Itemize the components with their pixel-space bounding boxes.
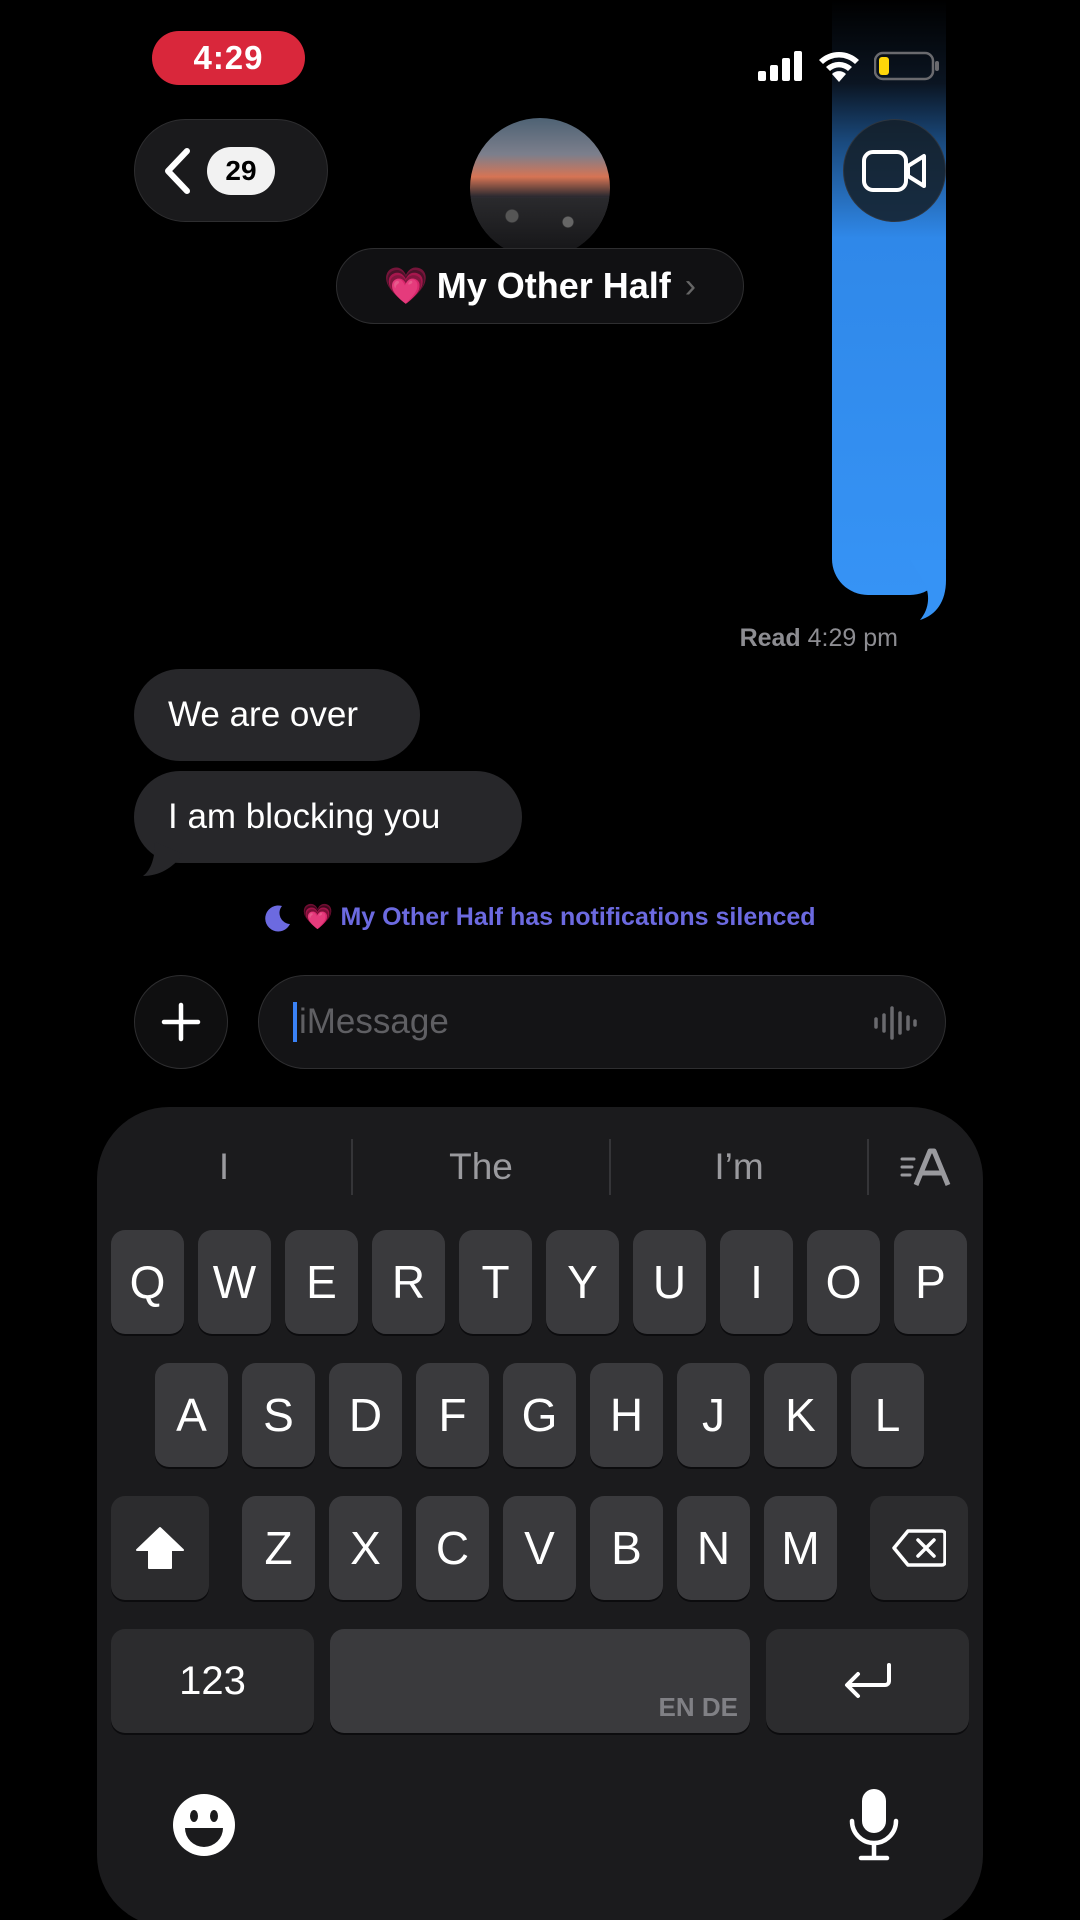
back-button[interactable]: 29 [134,119,328,222]
key-s[interactable]: S [242,1363,315,1467]
numbers-key[interactable]: 123 [111,1629,314,1733]
key-w[interactable]: W [198,1230,271,1334]
received-message[interactable]: We are over [134,669,420,761]
shift-key[interactable] [111,1496,209,1600]
video-camera-icon [861,149,926,192]
moon-icon [265,904,291,931]
key-f[interactable]: F [416,1363,489,1467]
contact-avatar[interactable] [470,118,610,258]
predictive-suggestions: I The I’m [97,1137,983,1197]
keyboard: I The I’m Q W E R T Y U I O P A S D F G … [97,1107,983,1920]
chevron-right-icon: › [684,266,697,305]
backspace-icon [892,1529,946,1567]
read-receipt: Read 4:29 pm [740,624,898,653]
status-icons [758,50,940,82]
suggestion[interactable]: The [353,1139,611,1195]
space-language-label: EN DE [658,1692,738,1722]
key-m[interactable]: M [764,1496,837,1600]
key-e[interactable]: E [285,1230,358,1334]
key-b[interactable]: B [590,1496,663,1600]
emoji-icon[interactable] [171,1792,237,1858]
message-input-field[interactable] [258,975,946,1069]
key-v[interactable]: V [503,1496,576,1600]
key-h[interactable]: H [590,1363,663,1467]
cellular-signal-icon [758,51,802,81]
key-r[interactable]: R [372,1230,445,1334]
text-format-button[interactable] [869,1147,983,1187]
backspace-key[interactable] [870,1496,968,1600]
read-label: Read [739,624,801,652]
waveform-icon[interactable] [873,1006,917,1040]
received-bubble-tail [143,842,183,876]
wifi-icon [819,52,859,82]
battery-icon [874,51,939,81]
key-j[interactable]: J [677,1363,750,1467]
silenced-text: 💗 My Other Half has notifications silenc… [302,903,816,931]
key-l[interactable]: L [851,1363,924,1467]
heart-emoji: 💗 [383,265,429,306]
sent-bubble-tail [910,560,946,620]
key-a[interactable]: A [155,1363,228,1467]
key-t[interactable]: T [459,1230,532,1334]
shift-icon [136,1527,184,1569]
facetime-video-button[interactable] [843,119,946,222]
sent-message-bubble[interactable] [832,0,946,595]
back-chevron-icon [165,147,190,194]
status-time[interactable]: 4:29 [152,31,305,85]
microphone-icon[interactable] [847,1787,901,1863]
message-input[interactable] [293,1002,813,1042]
suggestion[interactable]: I’m [611,1139,869,1195]
apps-plus-button[interactable] [134,975,228,1069]
notifications-silenced-notice: 💗 My Other Half has notifications silenc… [0,903,1080,932]
key-o[interactable]: O [807,1230,880,1334]
contact-name: My Other Half [436,265,671,306]
key-z[interactable]: Z [242,1496,315,1600]
text-format-icon [900,1148,951,1186]
key-p[interactable]: P [894,1230,967,1334]
messages-screen: 4:29 29 💗 My Other Half › Read 4:29 pm W… [0,0,1080,1920]
key-x[interactable]: X [329,1496,402,1600]
unread-count-badge: 29 [207,146,275,195]
plus-icon [161,1002,201,1042]
key-d[interactable]: D [329,1363,402,1467]
suggestion[interactable]: I [97,1139,353,1195]
key-i[interactable]: I [720,1230,793,1334]
key-c[interactable]: C [416,1496,489,1600]
key-q[interactable]: Q [111,1230,184,1334]
key-u[interactable]: U [633,1230,706,1334]
space-bar[interactable]: EN DE [330,1629,750,1733]
key-g[interactable]: G [503,1363,576,1467]
key-y[interactable]: Y [546,1230,619,1334]
key-n[interactable]: N [677,1496,750,1600]
read-time: 4:29 pm [807,624,898,652]
return-key[interactable] [766,1629,969,1733]
return-icon [844,1663,891,1698]
key-k[interactable]: K [764,1363,837,1467]
contact-name-button[interactable]: 💗 My Other Half › [336,248,744,324]
received-message[interactable]: I am blocking you [134,771,522,863]
